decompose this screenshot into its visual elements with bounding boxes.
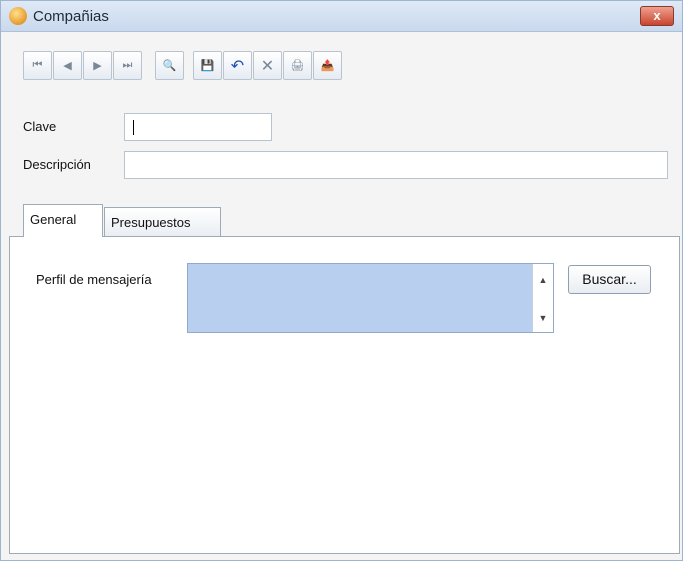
descripcion-input[interactable] [124, 151, 668, 179]
binoculars-icon: 🔍 [162, 60, 177, 72]
scroll-down-icon[interactable]: ▼ [533, 308, 553, 328]
descripcion-label: Descripción [23, 157, 91, 172]
buscar-button[interactable]: Buscar... [568, 265, 651, 294]
export-icon: 📤 [320, 60, 335, 72]
tab-general[interactable]: General [23, 204, 103, 237]
print-icon: 🖨 [290, 60, 305, 72]
next-record-button[interactable]: ▶ [83, 51, 112, 80]
scroll-up-icon[interactable]: ▲ [533, 270, 553, 290]
next-icon: ▶ [93, 60, 102, 72]
save-button[interactable]: 💾 [193, 51, 222, 80]
delete-button[interactable]: ✕ [253, 51, 282, 80]
prev-icon: ◀ [63, 60, 72, 72]
search-button[interactable]: 🔍 [155, 51, 184, 80]
clave-input[interactable] [124, 113, 272, 141]
first-icon: ⏮ [32, 59, 43, 71]
list-scrollbar[interactable]: ▲ ▼ [532, 264, 553, 332]
undo-button[interactable]: ↶ [223, 51, 252, 80]
close-window-button[interactable]: x [640, 6, 674, 26]
clave-label: Clave [23, 119, 57, 134]
app-logo-icon [9, 7, 27, 25]
perfil-mensajeria-label: Perfil de mensajería [36, 272, 152, 287]
export-button[interactable]: 📤 [313, 51, 342, 80]
tab-presupuestos[interactable]: Presupuestos [104, 207, 221, 238]
save-icon: 💾 [200, 60, 215, 72]
close-icon: ✕ [260, 57, 275, 75]
last-icon: ⏭ [122, 59, 133, 71]
print-button[interactable]: 🖨 [283, 51, 312, 80]
window-title: Compañias [33, 8, 109, 25]
perfil-mensajeria-list[interactable]: ▲ ▼ [187, 263, 554, 333]
first-record-button[interactable]: ⏮ [23, 51, 52, 80]
title-bar[interactable]: Compañias x [1, 1, 682, 32]
text-caret [133, 120, 134, 135]
general-tab-panel: Perfil de mensajería ▲ ▼ Buscar... [9, 236, 680, 554]
app-window: Compañias x ⏮ ◀ ▶ ⏭ 🔍 💾 ↶ ✕ 🖨 📤 Clave De… [0, 0, 683, 561]
last-record-button[interactable]: ⏭ [113, 51, 142, 80]
undo-icon: ↶ [230, 57, 245, 75]
prev-record-button[interactable]: ◀ [53, 51, 82, 80]
